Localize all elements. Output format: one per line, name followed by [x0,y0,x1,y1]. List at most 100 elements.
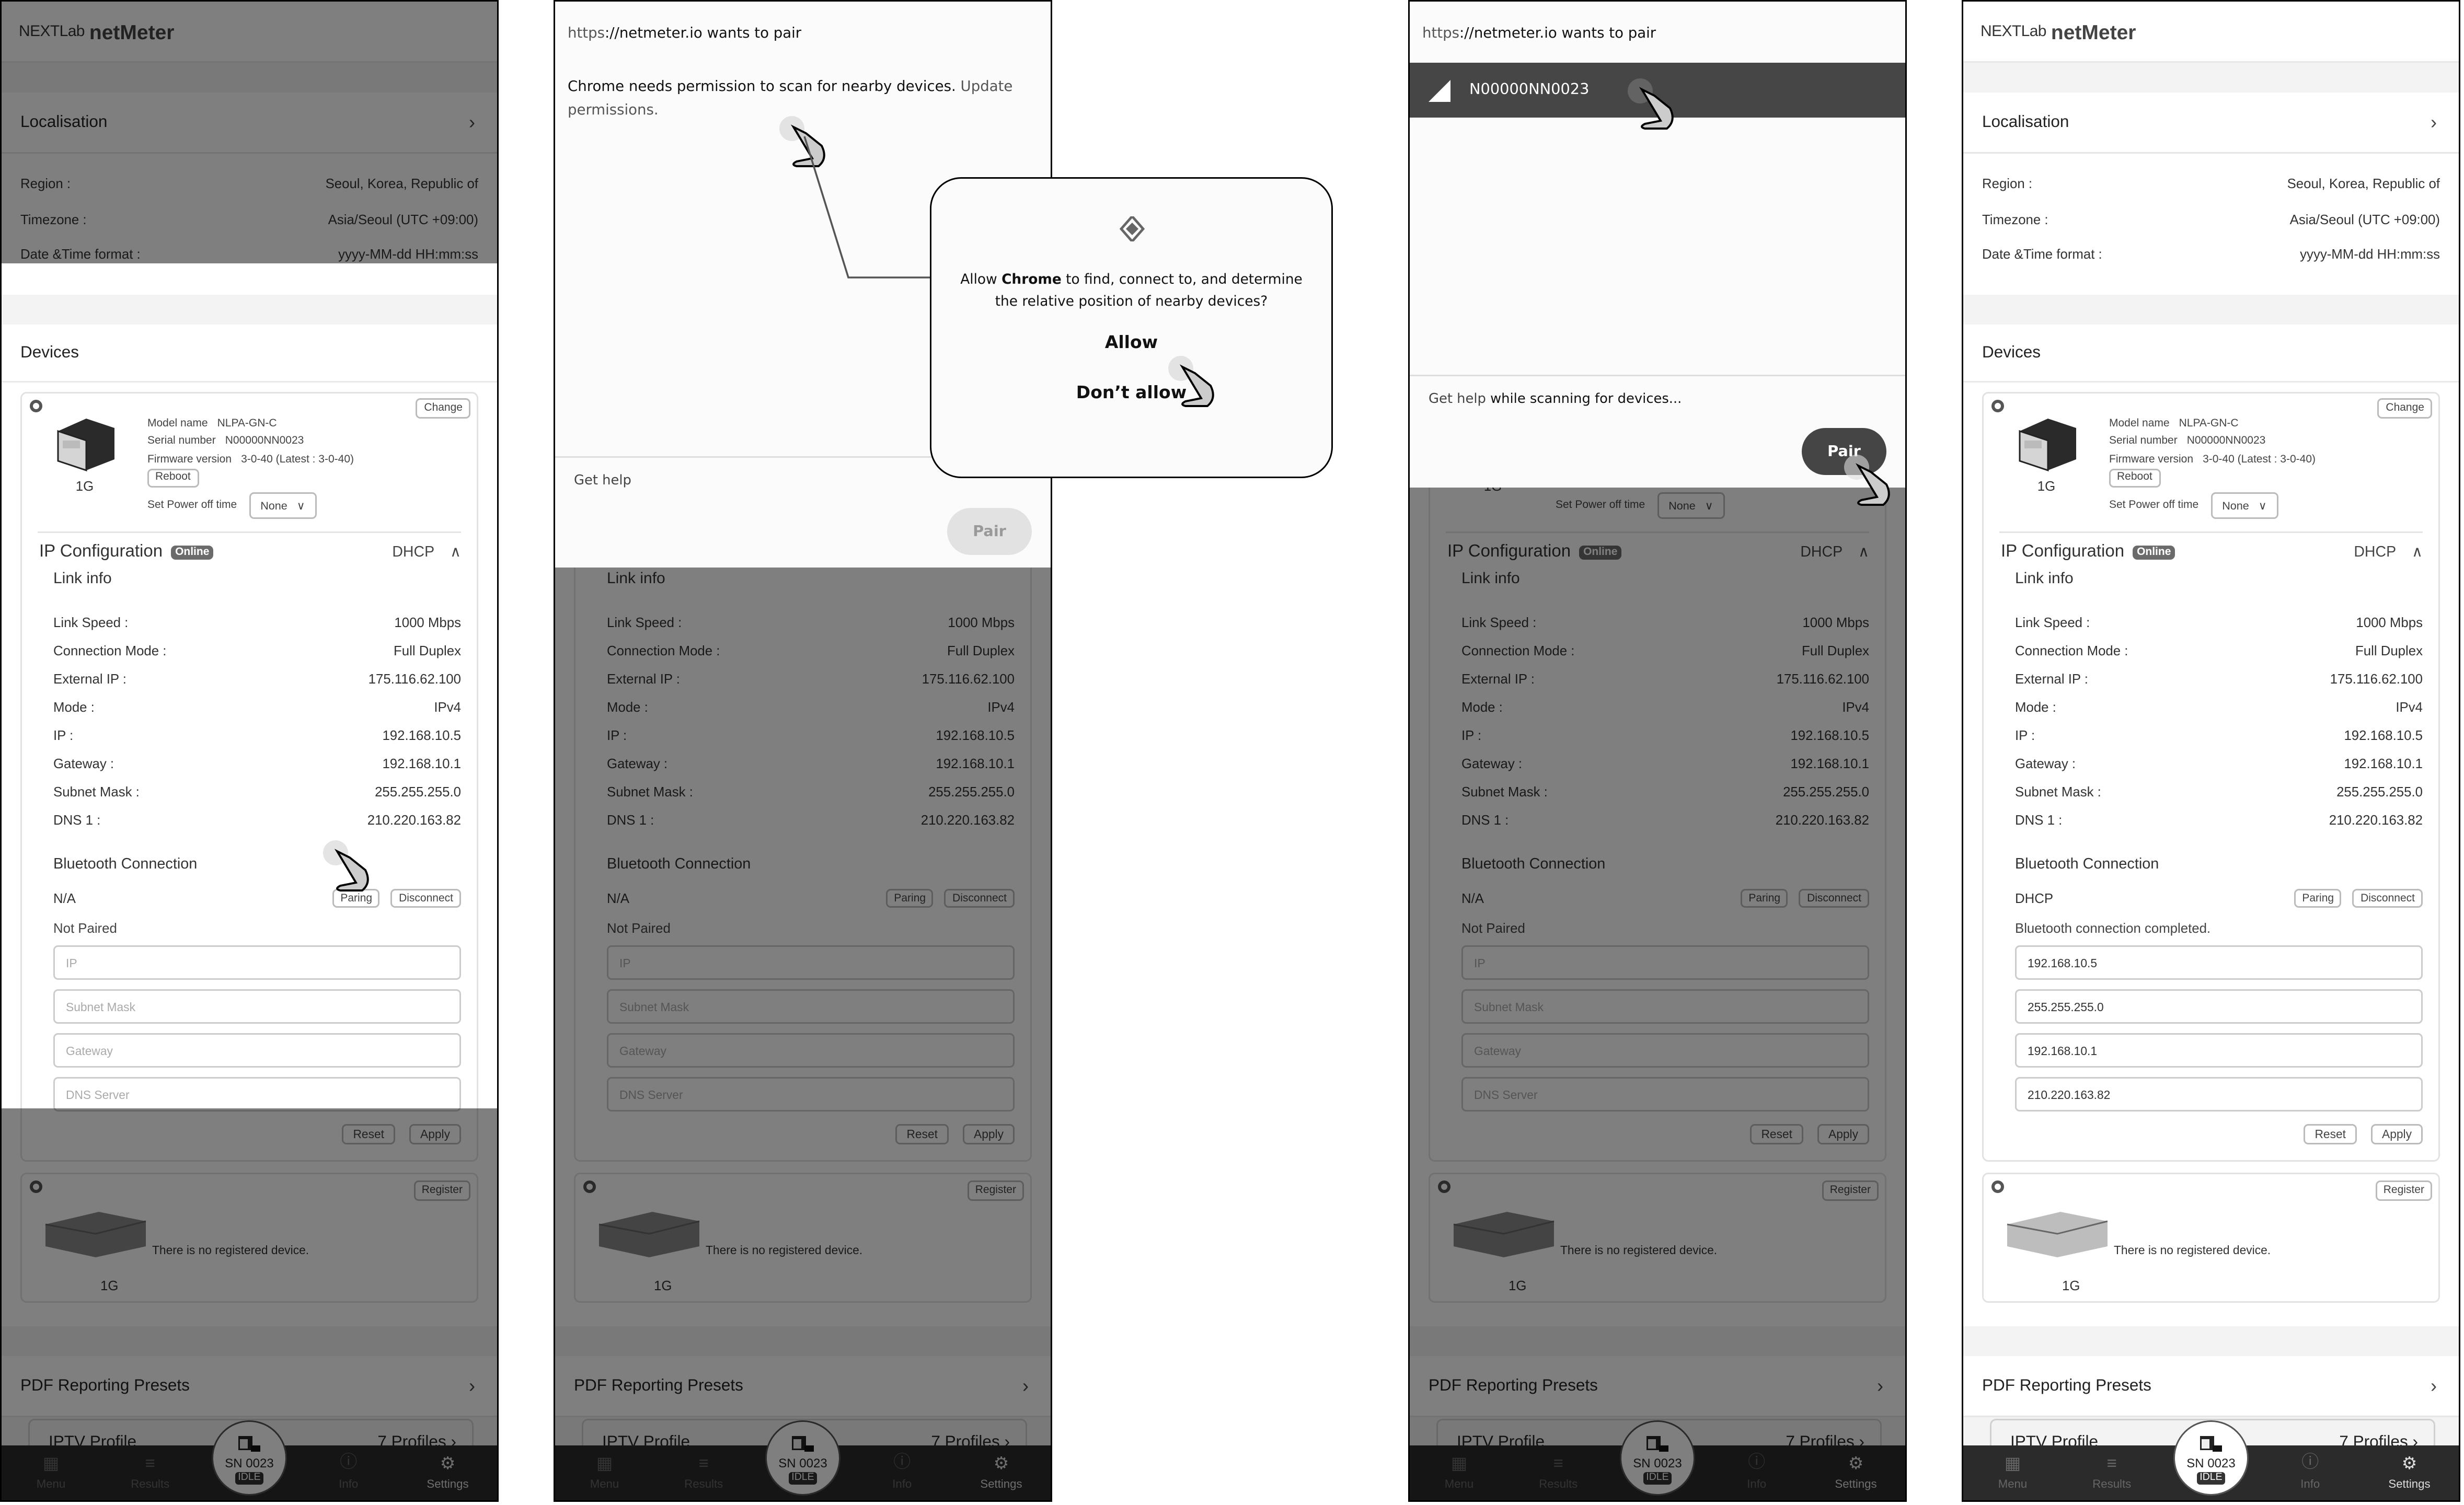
link-info-label: Gateway : [2015,756,2076,771]
subnet-input[interactable]: Subnet Mask [607,989,1015,1024]
link-info-value: 210.220.163.82 [2329,812,2423,828]
link-info-value: Full Duplex [394,643,461,658]
chevron-up-icon[interactable]: ∧ [1858,543,1869,561]
register-button[interactable]: Register [967,1180,1024,1201]
bluetooth-status-row: N/A Paring Disconnect [575,873,1030,908]
allow-button[interactable]: Allow [931,332,1331,353]
permission-message: Chrome needs permission to scan for near… [555,42,1051,122]
section-gap [2,294,497,324]
dont-allow-button[interactable]: Don’t allow [931,383,1331,403]
pdf-presets-row[interactable]: PDF Reporting Presets › [1963,1356,2459,1417]
register-button[interactable]: Register [2375,1180,2432,1201]
dns-input[interactable]: DNS Server [53,1077,461,1112]
pairing-button[interactable]: Paring [2294,889,2342,908]
nav-menu[interactable]: ▦ Menu [1410,1453,1509,1491]
device-radio[interactable] [1991,1180,2004,1193]
subnet-input[interactable]: Subnet Mask [1461,989,1869,1024]
get-help-link[interactable]: Get help [574,473,631,489]
pdf-presets-row[interactable]: PDF Reporting Presets › [1410,1356,1905,1417]
subnet-input[interactable]: Subnet Mask [53,989,461,1024]
dns-input[interactable]: 210.220.163.82 [2015,1077,2423,1112]
gateway-input[interactable]: Gateway [53,1033,461,1068]
chevron-up-icon[interactable]: ∧ [450,543,461,561]
chevron-down-icon: ∨ [296,498,305,513]
device-status-button[interactable]: SN 0023 IDLE [1620,1420,1695,1496]
link-info-value: 175.116.62.100 [368,671,461,687]
ip-config-header[interactable]: IP Configuration Online DHCP ∧ [1984,533,2438,561]
ip-config-header[interactable]: IP Configuration Online DHCP ∧ [1430,533,1885,561]
apply-button[interactable]: Apply [2371,1124,2423,1144]
link-info-row: Connection Mode : Full Duplex [575,636,1030,665]
power-off-select[interactable]: None ∨ [1657,492,1724,519]
gateway-input[interactable]: Gateway [1461,1033,1869,1068]
dns-input[interactable]: DNS Server [607,1077,1015,1112]
power-off-select[interactable]: None ∨ [249,492,316,519]
link-info-value: 255.255.255.0 [2336,784,2423,800]
pdf-presets-title: PDF Reporting Presets [1429,1376,1598,1395]
dns-input[interactable]: DNS Server [1461,1077,1869,1112]
pairing-button[interactable]: Paring [332,889,381,908]
nav-results[interactable]: ≡ Results [2063,1455,2161,1491]
reset-button[interactable]: Reset [1750,1124,1803,1144]
device-status-button[interactable]: SN 0023 IDLE [2173,1420,2249,1496]
gateway-input[interactable]: Gateway [607,1033,1015,1068]
reset-button[interactable]: Reset [2304,1124,2357,1144]
gateway-input[interactable]: 192.168.10.1 [2015,1033,2423,1068]
get-help-text: Get help while scanning for devices... [1429,392,1682,408]
subnet-input[interactable]: 255.255.255.0 [2015,989,2423,1024]
device-status-button[interactable]: SN 0023 IDLE [765,1420,840,1496]
primary-device-card: Change 1G Model nameNLPA-GN-C Serial num… [1429,391,1886,1162]
bluetooth-title: Bluetooth Connection [53,856,198,873]
nav-results[interactable]: ≡ Results [1509,1455,1608,1491]
chevron-right-icon: › [1022,1375,1029,1397]
pair-button[interactable]: Pair [947,508,1032,555]
nav-info[interactable]: ⓘ Info [2261,1449,2359,1491]
permission-text: Chrome needs permission to scan for near… [568,78,956,96]
nav-settings[interactable]: ⚙ Settings [1806,1453,1905,1491]
nav-menu[interactable]: ▦ Menu [555,1453,654,1491]
register-button[interactable]: Register [1822,1180,1879,1201]
primary-device-card: Change 1G Model nameNLPA-GN-C Serial num… [1982,391,2440,1162]
reboot-button[interactable]: Reboot [147,469,199,488]
link-info-label: Link Speed : [2015,615,2090,630]
pairing-button[interactable]: Paring [886,889,934,908]
apply-button[interactable]: Apply [1817,1124,1869,1144]
disconnect-button[interactable]: Disconnect [1799,889,1869,908]
nav-results[interactable]: ≡ Results [654,1455,753,1491]
device-radio[interactable] [583,1180,596,1193]
ip-input[interactable]: IP [53,945,461,980]
change-button[interactable]: Change [2378,397,2432,418]
nav-info[interactable]: ⓘ Info [853,1449,951,1491]
power-off-select[interactable]: None ∨ [2211,492,2278,519]
change-button[interactable]: Change [416,397,470,418]
bluetooth-status-row: N/A Paring Disconnect [22,873,477,908]
disconnect-button[interactable]: Disconnect [391,889,461,908]
disconnect-button[interactable]: Disconnect [2353,889,2423,908]
device-radio[interactable] [1438,1180,1450,1193]
nav-menu[interactable]: ▦ Menu [1963,1453,2062,1491]
ip-input[interactable]: IP [607,945,1015,980]
get-help-link[interactable]: Get help [1429,392,1486,408]
reset-button[interactable]: Reset [895,1124,949,1144]
nav-label: Menu [1444,1477,1474,1491]
nav-settings[interactable]: ⚙ Settings [952,1453,1051,1491]
apply-button[interactable]: Apply [963,1124,1015,1144]
pair-button[interactable]: Pair [1802,428,1886,475]
nav-info[interactable]: ⓘ Info [1707,1449,1806,1491]
disconnect-button[interactable]: Disconnect [945,889,1015,908]
section-gap [1963,1326,2459,1356]
serial-label: Serial number [2109,436,2178,447]
chevron-up-icon[interactable]: ∧ [2412,543,2423,561]
localisation-header[interactable]: Localisation › [1963,92,2459,154]
brand-prefix: NEXTLab [1981,22,2047,40]
reboot-button[interactable]: Reboot [2109,469,2160,488]
pairing-button[interactable]: Paring [1741,889,1789,908]
nav-settings[interactable]: ⚙ Settings [2360,1453,2459,1491]
found-device-item[interactable]: N00000NN0023 [1410,63,1905,118]
ip-config-header[interactable]: IP Configuration Online DHCP ∧ [22,533,477,561]
nav-label: Info [2300,1477,2320,1491]
link-info-value: 192.168.10.1 [936,756,1015,771]
pdf-presets-row[interactable]: PDF Reporting Presets › [555,1356,1051,1417]
ip-input[interactable]: IP [1461,945,1869,980]
ip-input[interactable]: 192.168.10.5 [2015,945,2423,980]
